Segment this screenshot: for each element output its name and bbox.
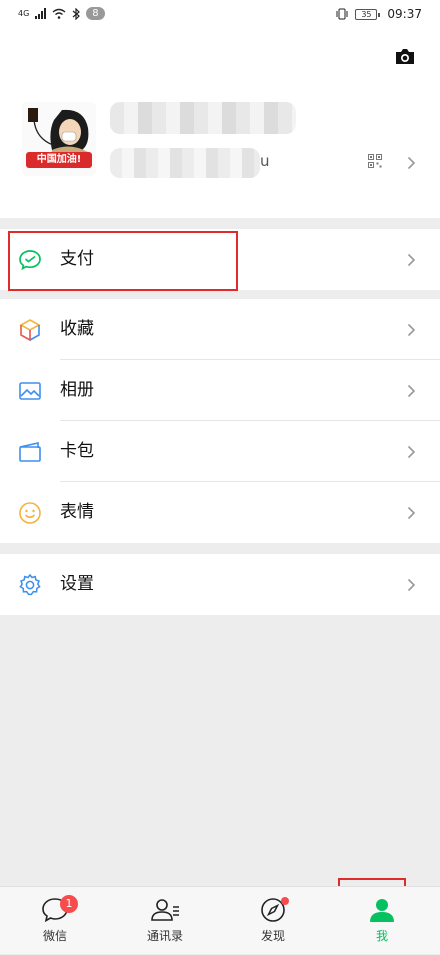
bottom-tab-bar: 1 微信 通讯录 发现 我 bbox=[0, 886, 440, 954]
wechat-id-suffix: u bbox=[260, 152, 270, 170]
menu-item-album[interactable]: 相册 bbox=[0, 360, 440, 421]
status-right: 35 09:37 bbox=[335, 7, 422, 21]
menu-label-stickers: 表情 bbox=[60, 502, 94, 522]
profile-header[interactable]: 中国加油! u bbox=[0, 30, 440, 218]
contacts-person-icon bbox=[151, 899, 179, 921]
notification-count-badge: 8 bbox=[86, 7, 105, 20]
chevron-right-icon bbox=[407, 578, 416, 592]
status-left: 4G 8 bbox=[18, 7, 105, 20]
tab-label-chats: 微信 bbox=[42, 929, 67, 943]
chevron-right-icon bbox=[407, 384, 416, 398]
battery-icon: 35 bbox=[355, 8, 381, 20]
status-bar: 4G 8 35 09:37 bbox=[0, 0, 440, 30]
tab-label-me: 我 bbox=[375, 929, 388, 943]
avatar-banner: 中国加油! bbox=[26, 152, 92, 168]
tab-discover[interactable]: 发现 bbox=[218, 887, 328, 955]
menu-item-cards[interactable]: 卡包 bbox=[0, 421, 440, 482]
tab-me[interactable]: 我 bbox=[327, 887, 437, 955]
qr-code-icon[interactable] bbox=[368, 154, 382, 168]
chevron-right-icon bbox=[407, 323, 416, 337]
album-image-icon bbox=[19, 382, 41, 400]
gear-icon bbox=[19, 573, 41, 596]
tab-label-contacts: 通讯录 bbox=[146, 929, 183, 943]
wechat-id-blurred bbox=[110, 148, 260, 178]
card-wallet-icon bbox=[19, 442, 41, 462]
network-label: 4G bbox=[18, 9, 30, 18]
wifi-icon bbox=[52, 8, 66, 19]
clock: 09:37 bbox=[387, 7, 422, 21]
tab-contacts[interactable]: 通讯录 bbox=[110, 887, 220, 955]
tab-label-discover: 发现 bbox=[260, 929, 285, 943]
favorites-cube-icon bbox=[19, 319, 41, 342]
nickname-blurred bbox=[110, 102, 296, 134]
me-person-icon bbox=[370, 899, 394, 922]
tab-chats[interactable]: 1 微信 bbox=[0, 887, 110, 955]
menu-label-album: 相册 bbox=[60, 380, 94, 400]
smiley-face-icon bbox=[19, 502, 41, 524]
feature-group: 收藏 相册 卡包 表情 bbox=[0, 299, 440, 543]
menu-label-favorites: 收藏 bbox=[60, 319, 94, 339]
avatar[interactable]: 中国加油! bbox=[22, 102, 96, 176]
chevron-right-icon bbox=[407, 156, 416, 170]
menu-item-favorites[interactable]: 收藏 bbox=[0, 299, 440, 360]
new-content-dot bbox=[281, 897, 289, 905]
chevron-right-icon bbox=[407, 445, 416, 459]
menu-item-settings[interactable]: 设置 bbox=[0, 554, 440, 615]
menu-label-settings: 设置 bbox=[60, 574, 94, 594]
chevron-right-icon bbox=[407, 506, 416, 520]
menu-item-stickers[interactable]: 表情 bbox=[0, 482, 440, 543]
menu-label-cards: 卡包 bbox=[60, 441, 94, 461]
vibrate-icon bbox=[336, 8, 348, 20]
bluetooth-icon bbox=[72, 7, 81, 20]
annotation-highlight-pay bbox=[8, 231, 238, 291]
unread-badge: 1 bbox=[60, 895, 78, 913]
camera-icon[interactable] bbox=[394, 46, 416, 66]
chevron-right-icon bbox=[407, 253, 416, 267]
settings-group: 设置 bbox=[0, 554, 440, 615]
signal-icon bbox=[35, 8, 47, 19]
